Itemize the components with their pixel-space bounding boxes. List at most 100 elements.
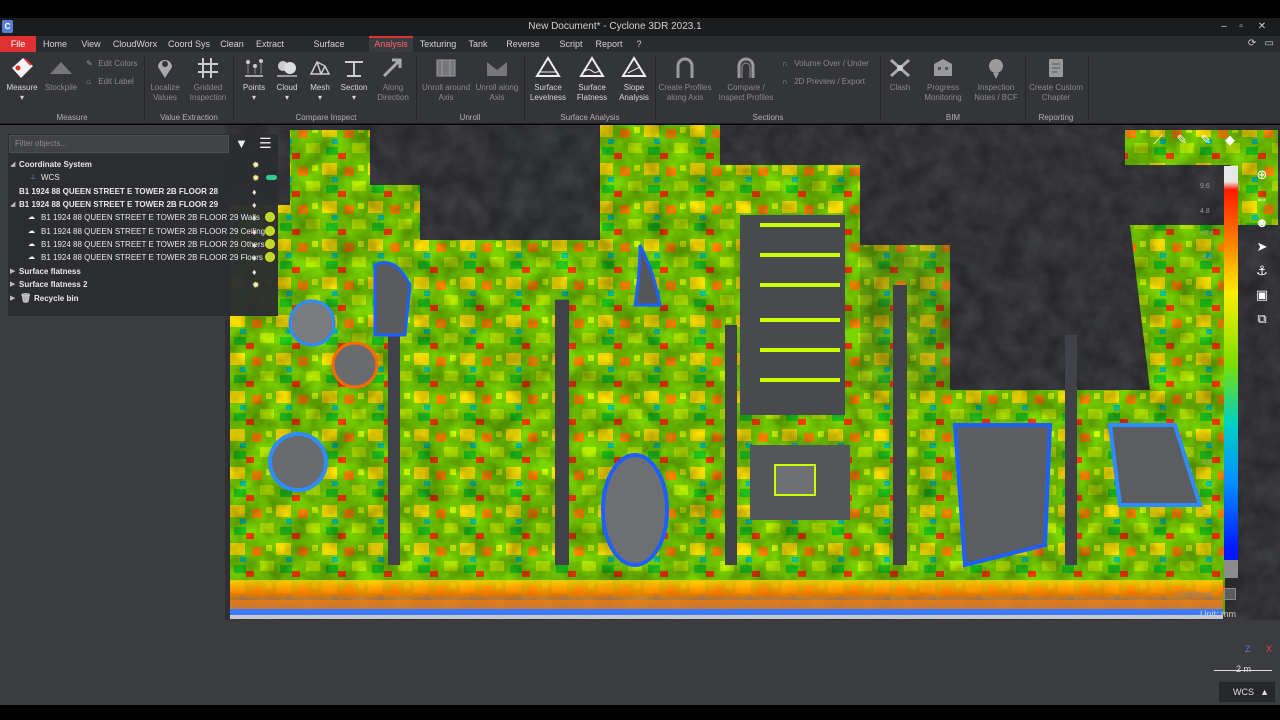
legend-out-of-range bbox=[1224, 560, 1238, 578]
progress-monitoring-button[interactable]: Progress Monitoring bbox=[918, 56, 968, 103]
tab-help[interactable]: ? bbox=[632, 36, 646, 52]
surface-flatness-label: Surface Flatness bbox=[576, 83, 608, 102]
tab-file[interactable]: File bbox=[0, 36, 36, 52]
tab-script[interactable]: Script bbox=[556, 36, 586, 52]
unroll-around-axis-button[interactable]: Unroll around Axis bbox=[420, 56, 472, 103]
tree-item-floor-28[interactable]: B1 1924 88 QUEEN STREET E TOWER 2B FLOOR… bbox=[8, 185, 278, 198]
slope-analysis-label: Slope Analysis bbox=[619, 83, 649, 102]
tab-tank[interactable]: Tank bbox=[466, 36, 490, 52]
measure-dropdown-icon[interactable]: ▾ bbox=[20, 93, 24, 102]
slope-analysis-button[interactable]: Slope Analysis bbox=[616, 56, 652, 103]
section-button[interactable]: Section ▾ bbox=[337, 56, 371, 103]
close-button[interactable]: ✕ bbox=[1253, 20, 1271, 34]
inspection-notes-button[interactable]: Inspection Notes / BCF bbox=[970, 56, 1022, 103]
edit-label-button[interactable]: ⌂ Edit Label bbox=[86, 77, 134, 86]
cloud-button[interactable]: Cloud ▾ bbox=[271, 56, 303, 103]
tree-item-surface-flatness[interactable]: ▶ Surface flatness ♦ bbox=[8, 265, 278, 278]
tab-surface-modeling[interactable]: Surface Modeling bbox=[294, 36, 364, 65]
along-direction-button[interactable]: Along Direction bbox=[374, 56, 412, 103]
expand-arrow-icon[interactable]: ▶ bbox=[10, 278, 15, 291]
tree-item-floor-29-others[interactable]: ☁ B1 1924 88 QUEEN STREET E TOWER 2B FLO… bbox=[8, 238, 278, 251]
active-toggle-icon[interactable] bbox=[266, 175, 277, 180]
send-icon[interactable]: ➤ bbox=[1252, 237, 1272, 257]
volume-over-under-button[interactable]: ∩ Volume Over / Under bbox=[782, 59, 869, 68]
filter-objects-input[interactable]: Filter objects... bbox=[9, 135, 229, 153]
cloud-dropdown-icon[interactable]: ▾ bbox=[285, 93, 289, 102]
expand-arrow-icon[interactable]: ▶ bbox=[10, 265, 15, 278]
cloud-object-icon: ☁ bbox=[28, 214, 35, 221]
tab-extract[interactable]: Extract bbox=[252, 36, 288, 52]
collapse-ribbon-icon[interactable]: ▭ bbox=[1265, 38, 1274, 49]
group-separator bbox=[144, 56, 145, 120]
tag-icon[interactable]: ◆ bbox=[1220, 132, 1240, 152]
expand-arrow-icon[interactable]: ◢ bbox=[10, 158, 15, 171]
surface-flatness-button[interactable]: Surface Flatness bbox=[572, 56, 612, 103]
tag-icon: ⌂ bbox=[86, 77, 91, 86]
anchor-icon[interactable]: ⚓ bbox=[1252, 261, 1272, 281]
preview-export-button[interactable]: ∩ 2D Preview / Export bbox=[782, 77, 865, 86]
expand-arrow-icon[interactable]: ▶ bbox=[10, 292, 15, 305]
fit-view-icon[interactable]: ⇔ bbox=[1252, 189, 1272, 209]
tab-reverse-eng[interactable]: Reverse Eng bbox=[498, 36, 548, 65]
tree-item-floor-29-walls[interactable]: ☁ B1 1924 88 QUEEN STREET E TOWER 2B FLO… bbox=[8, 211, 278, 224]
tab-clean[interactable]: Clean bbox=[218, 36, 246, 52]
cube-icon[interactable]: ▣ bbox=[1252, 285, 1272, 305]
tree-item-wcs[interactable]: ⊥ WCS ✹ bbox=[8, 171, 278, 184]
letterbox-bottom bbox=[0, 705, 1280, 720]
coordinate-system-selector[interactable]: WCS ▲ bbox=[1219, 682, 1275, 702]
tree-item-recycle-bin[interactable]: ▶ 🗑 Recycle bin bbox=[8, 292, 278, 305]
filter-icon[interactable]: ▼ bbox=[235, 136, 248, 151]
refresh-icon[interactable]: ⟳ bbox=[1248, 38, 1256, 49]
localize-values-button[interactable]: Localize Values bbox=[146, 56, 184, 103]
maximize-button[interactable]: ▫ bbox=[1232, 20, 1250, 34]
section-dropdown-icon[interactable]: ▾ bbox=[352, 93, 356, 102]
unroll-along-axis-button[interactable]: Unroll along Axis bbox=[472, 56, 522, 103]
tab-texturing[interactable]: Texturing bbox=[418, 36, 458, 52]
expand-arrow-icon[interactable]: ◢ bbox=[10, 198, 15, 211]
chevron-up-icon[interactable]: ▲ bbox=[1260, 682, 1269, 702]
tab-coord-sys[interactable]: Coord Sys bbox=[164, 36, 214, 52]
tree-item-floor-29-floors[interactable]: ☁ B1 1924 88 QUEEN STREET E TOWER 2B FLO… bbox=[8, 251, 278, 264]
minimize-button[interactable]: – bbox=[1215, 20, 1233, 34]
visibility-sun-icon[interactable]: ✹ bbox=[252, 279, 260, 292]
edit-colors-button[interactable]: ✎ Edit Colors bbox=[86, 59, 137, 68]
clipping-box-icon[interactable]: ⧉ bbox=[1252, 309, 1272, 329]
mesh-button[interactable]: Mesh ▾ bbox=[304, 56, 336, 103]
tree-item-floor-29[interactable]: ◢ B1 1924 88 QUEEN STREET E TOWER 2B FLO… bbox=[8, 198, 278, 211]
tab-view[interactable]: View bbox=[76, 36, 106, 52]
ruler-icon[interactable]: ⟋ bbox=[1148, 132, 1168, 152]
surface-levelness-button[interactable]: Surface Levelness bbox=[528, 56, 568, 103]
points-dropdown-icon[interactable]: ▾ bbox=[252, 93, 256, 102]
visibility-sun-icon[interactable]: ✹ bbox=[252, 172, 260, 185]
color-mode-icon[interactable] bbox=[265, 252, 275, 262]
color-mode-icon[interactable] bbox=[265, 239, 275, 249]
tab-home[interactable]: Home bbox=[38, 36, 72, 52]
tree-item-floor-29-ceilings[interactable]: ☁ B1 1924 88 QUEEN STREET E TOWER 2B FLO… bbox=[8, 225, 278, 238]
paint-icon[interactable]: ✎ bbox=[1172, 132, 1192, 152]
measure-button[interactable]: Measure ▾ bbox=[4, 56, 40, 103]
gridded-inspection-button[interactable]: Gridded Inspection bbox=[188, 56, 228, 103]
letterbox-top bbox=[0, 0, 1280, 18]
camera-person-icon[interactable]: ☻ bbox=[1252, 213, 1272, 233]
color-mode-icon[interactable] bbox=[265, 212, 275, 222]
navigation-icon[interactable]: ⊕ bbox=[1252, 165, 1272, 185]
stockpile-button[interactable]: Stockpile bbox=[42, 56, 80, 93]
create-profiles-button[interactable]: Create Profiles along Axis bbox=[658, 56, 712, 103]
tab-cloudworx[interactable]: CloudWorx bbox=[110, 36, 160, 52]
paint-alt-icon[interactable]: ✎ bbox=[1196, 132, 1216, 152]
hamburger-menu-icon[interactable]: ☰ bbox=[259, 135, 272, 152]
axis-x-label: X bbox=[1266, 644, 1273, 654]
tab-report[interactable]: Report bbox=[594, 36, 624, 52]
compare-inspect-profiles-button[interactable]: Compare / Inspect Profiles bbox=[714, 56, 778, 103]
mesh-dropdown-icon[interactable]: ▾ bbox=[318, 93, 322, 102]
visibility-pin-icon[interactable]: ♦ bbox=[252, 212, 257, 225]
tree-item-surface-flatness-2[interactable]: ▶ Surface flatness 2 ✹ bbox=[8, 278, 278, 291]
color-scale-legend[interactable] bbox=[1224, 166, 1238, 561]
color-mode-icon[interactable] bbox=[265, 226, 275, 236]
tree-item-coordinate-system[interactable]: ◢ Coordinate System ✹ bbox=[8, 158, 278, 171]
clash-button[interactable]: Clash bbox=[884, 56, 916, 93]
tab-analysis[interactable]: Analysis bbox=[369, 36, 413, 52]
create-custom-chapter-button[interactable]: Create Custom Chapter bbox=[1028, 56, 1084, 103]
points-button[interactable]: Points ▾ bbox=[238, 56, 270, 103]
visibility-pin-icon[interactable]: ♦ bbox=[252, 252, 257, 265]
